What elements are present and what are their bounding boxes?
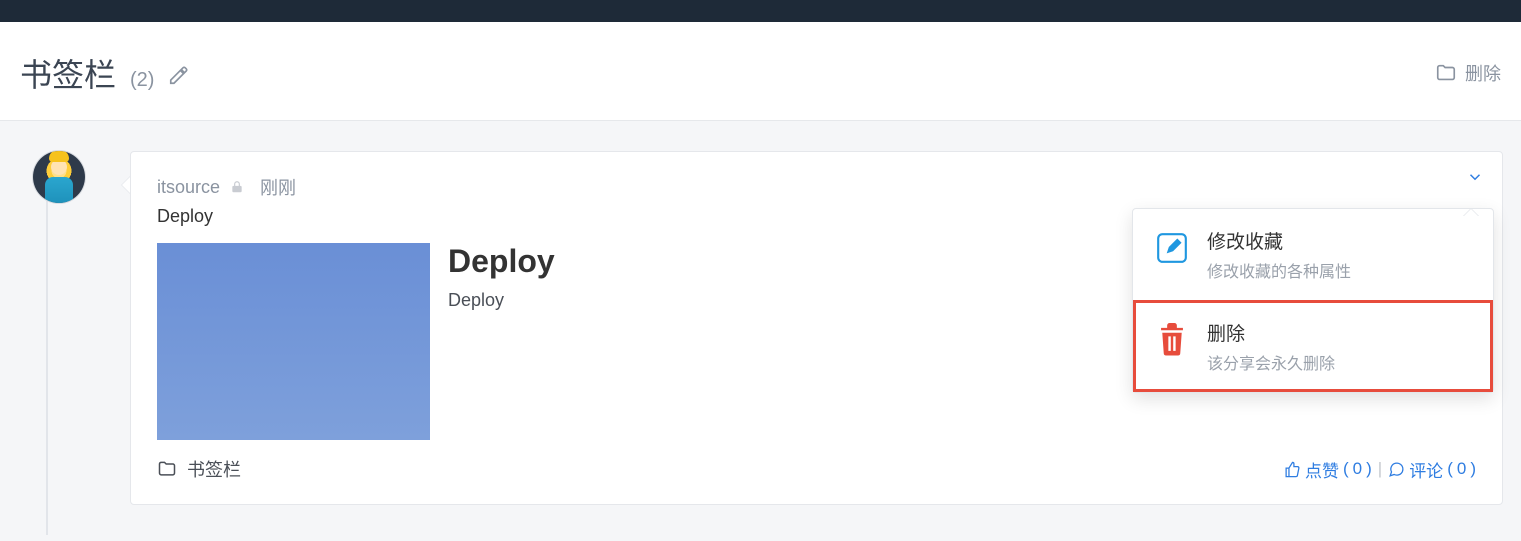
post-time: 刚刚 bbox=[260, 174, 296, 200]
header-delete-label: 删除 bbox=[1465, 60, 1501, 86]
like-button[interactable]: 点赞(0) bbox=[1284, 457, 1372, 482]
edit-icon[interactable] bbox=[168, 64, 190, 86]
dropdown-delete-text: 删除 该分享会永久删除 bbox=[1207, 319, 1335, 374]
dropdown-delete-sub: 该分享会永久删除 bbox=[1207, 350, 1335, 374]
dropdown-edit-item[interactable]: 修改收藏 修改收藏的各种属性 bbox=[1133, 209, 1493, 300]
dropdown-edit-sub: 修改收藏的各种属性 bbox=[1207, 258, 1351, 282]
preview-text: Deploy Deploy bbox=[448, 243, 555, 440]
like-count: 0 bbox=[1353, 459, 1362, 479]
timeline bbox=[46, 201, 48, 535]
lock-icon bbox=[230, 180, 244, 194]
card-footer: 书签栏 点赞(0) | 评论(0) bbox=[157, 456, 1476, 482]
folder-name: 书签栏 bbox=[187, 456, 241, 482]
chevron-down-icon[interactable] bbox=[1466, 168, 1484, 186]
dropdown-edit-text: 修改收藏 修改收藏的各种属性 bbox=[1207, 227, 1351, 282]
card-pointer bbox=[112, 175, 132, 195]
preview-subtitle: Deploy bbox=[448, 290, 555, 311]
dropdown-delete-title: 删除 bbox=[1207, 319, 1335, 346]
preview-thumbnail bbox=[157, 243, 430, 440]
comment-label: 评论 bbox=[1409, 457, 1443, 482]
folder-icon bbox=[157, 459, 177, 479]
comment-count: 0 bbox=[1457, 459, 1466, 479]
folder-path[interactable]: 书签栏 bbox=[157, 456, 241, 482]
header-delete-button[interactable]: 删除 bbox=[1435, 60, 1501, 86]
post-author[interactable]: itsource bbox=[157, 177, 220, 198]
post-dropdown-menu: 修改收藏 修改收藏的各种属性 删除 该分享会永久删除 bbox=[1132, 208, 1494, 393]
page-title: 书签栏 bbox=[20, 50, 116, 96]
feed: itsource 刚刚 Deploy Deploy Deploy bbox=[0, 121, 1521, 535]
top-bar bbox=[0, 0, 1521, 22]
like-label: 点赞 bbox=[1305, 457, 1339, 482]
preview-title: Deploy bbox=[448, 243, 555, 280]
avatar-column bbox=[18, 151, 100, 203]
header-left: 书签栏 (2) bbox=[20, 50, 190, 96]
feed-row: itsource 刚刚 Deploy Deploy Deploy bbox=[18, 151, 1503, 505]
post-actions: 点赞(0) | 评论(0) bbox=[1284, 457, 1476, 482]
edit-square-icon bbox=[1155, 231, 1189, 265]
post-card: itsource 刚刚 Deploy Deploy Deploy bbox=[130, 151, 1503, 505]
separator: | bbox=[1378, 459, 1382, 479]
folder-icon bbox=[1435, 62, 1457, 84]
comment-icon bbox=[1388, 461, 1405, 478]
dropdown-delete-item[interactable]: 删除 该分享会永久删除 bbox=[1133, 300, 1493, 392]
dropdown-edit-title: 修改收藏 bbox=[1207, 227, 1351, 254]
card-head: itsource 刚刚 bbox=[157, 174, 1476, 200]
trash-icon bbox=[1155, 323, 1189, 357]
page-count: (2) bbox=[130, 69, 154, 92]
page-header: 书签栏 (2) 删除 bbox=[0, 22, 1521, 121]
card-wrap: itsource 刚刚 Deploy Deploy Deploy bbox=[100, 151, 1503, 505]
avatar[interactable] bbox=[33, 151, 85, 203]
thumbs-up-icon bbox=[1284, 461, 1301, 478]
comment-button[interactable]: 评论(0) bbox=[1388, 457, 1476, 482]
